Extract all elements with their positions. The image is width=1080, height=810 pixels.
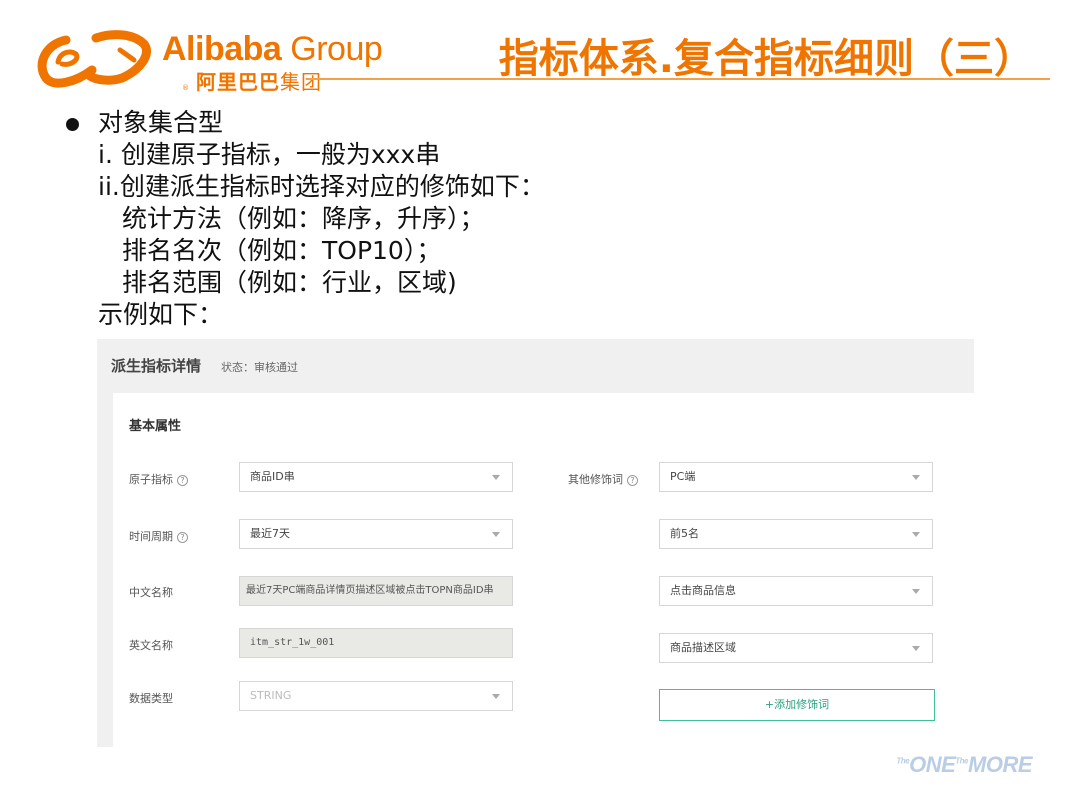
modifier-select-4[interactable]: 商品描述区域 — [659, 633, 933, 663]
body-line-4: 统计方法（例如：降序，升序）； — [122, 204, 485, 233]
modifier-select-1[interactable]: PC端 — [659, 462, 933, 492]
chevron-down-icon — [912, 589, 920, 594]
panel-title: 派生指标详情 — [111, 357, 202, 375]
chinese-name-label: 中文名称 — [129, 586, 173, 599]
data-type-select: STRING — [239, 681, 513, 711]
alibaba-smile-logo-icon — [37, 30, 151, 88]
chevron-down-icon — [492, 694, 500, 699]
add-modifier-button[interactable]: +添加修饰词 — [659, 689, 935, 721]
logo-wordmark: Alibaba Group — [162, 30, 383, 68]
data-type-label: 数据类型 — [129, 692, 173, 705]
body-line-6: 排名范围（例如：行业，区域) — [122, 268, 457, 297]
derived-metric-detail-panel: 派生指标详情 状态：审核通过 基本属性 原子指标? 商品ID串 时间周期? 最近… — [97, 339, 974, 747]
time-period-label: 时间周期? — [129, 528, 188, 544]
alibaba-group-logo: Alibaba Group ® 阿里巴巴集团 — [36, 26, 396, 94]
chevron-down-icon — [912, 475, 920, 480]
page-title: 指标体系.复合指标细则（三） — [498, 36, 1034, 82]
status-text: 状态：审核通过 — [221, 361, 298, 374]
header-divider — [306, 78, 1050, 80]
time-period-select[interactable]: 最近7天 — [239, 519, 513, 549]
atomic-metric-label: 原子指标? — [129, 471, 188, 487]
body-line-7: 示例如下： — [98, 300, 224, 329]
body-line-3: ii.创建派生指标时选择对应的修饰如下： — [98, 172, 545, 201]
footer-slogan: TheONETheMORE — [896, 752, 1032, 777]
help-icon[interactable]: ? — [177, 531, 188, 543]
bullet-dot-icon — [66, 118, 79, 131]
other-modifier-label: 其他修饰词? — [568, 471, 638, 487]
help-icon[interactable]: ? — [627, 474, 638, 486]
section-title: 基本属性 — [129, 419, 182, 434]
chevron-down-icon — [912, 532, 920, 537]
chevron-down-icon — [912, 646, 920, 651]
basic-properties-card: 基本属性 原子指标? 商品ID串 时间周期? 最近7天 中文名称 最近7天PC端… — [113, 393, 974, 747]
body-line-5: 排名名次（例如：TOP10）； — [122, 236, 442, 265]
help-icon[interactable]: ? — [177, 474, 188, 486]
panel-header: 派生指标详情 状态：审核通过 — [97, 339, 974, 393]
logo-chinese-name: 阿里巴巴集团 — [196, 70, 322, 94]
chinese-name-field: 最近7天PC端商品详情页描述区域被点击TOPN商品ID串 — [239, 576, 513, 606]
modifier-select-3[interactable]: 点击商品信息 — [659, 576, 933, 606]
body-line-1: 对象集合型 — [98, 108, 224, 137]
english-name-field: itm_str_1w_001 — [239, 628, 513, 658]
modifier-select-2[interactable]: 前5名 — [659, 519, 933, 549]
body-line-2: i. 创建原子指标，一般为xxx串 — [98, 140, 441, 169]
english-name-label: 英文名称 — [129, 639, 173, 652]
chevron-down-icon — [492, 475, 500, 480]
chevron-down-icon — [492, 532, 500, 537]
logo-registered-mark: ® — [182, 84, 189, 92]
atomic-metric-select[interactable]: 商品ID串 — [239, 462, 513, 492]
